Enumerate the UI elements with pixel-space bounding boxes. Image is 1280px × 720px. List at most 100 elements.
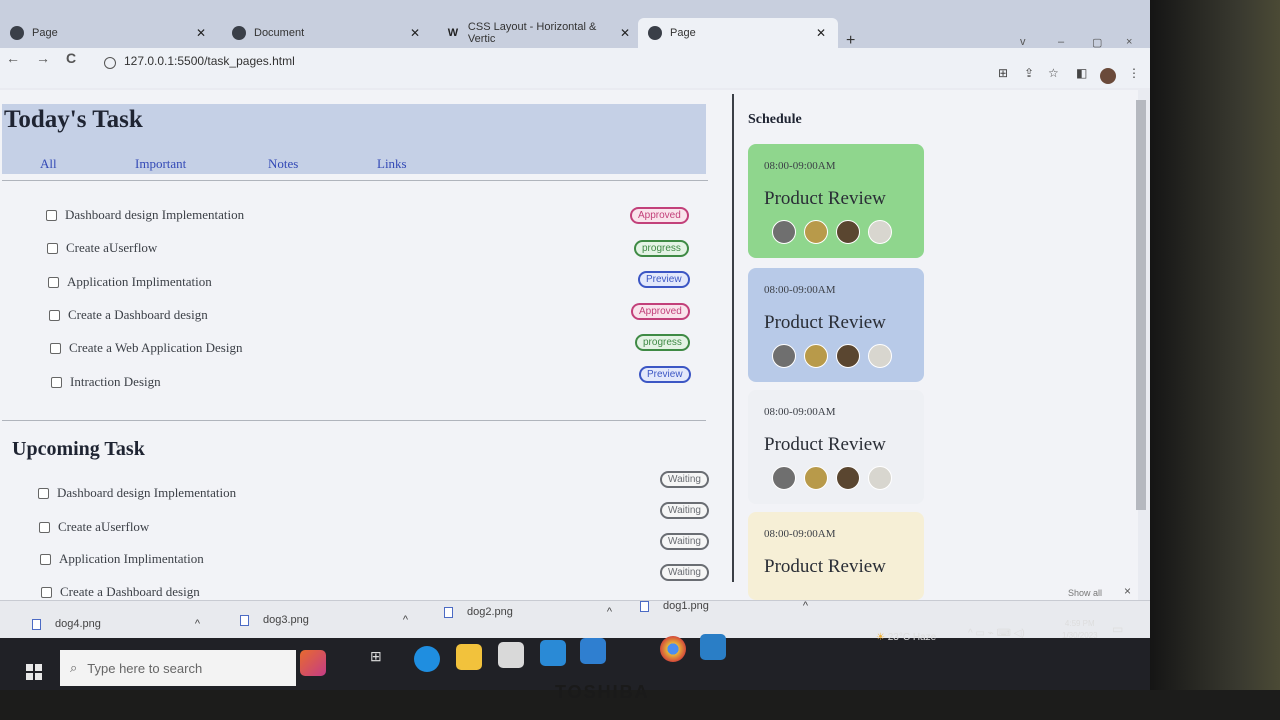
close-downloads-button[interactable]: × (1124, 584, 1131, 598)
show-all-downloads-button[interactable]: Show all (1068, 588, 1102, 598)
schedule-card[interactable]: 08:00-09:00AM Product Review (748, 144, 924, 258)
search-placeholder: Type here to search (87, 660, 203, 676)
close-window-button[interactable]: × (1126, 36, 1132, 48)
app-icon[interactable] (580, 638, 606, 664)
task-item[interactable]: Create aUserflow (47, 240, 157, 256)
upcoming-task-item[interactable]: Create a Dashboard design (41, 584, 200, 600)
filter-notes[interactable]: Notes (268, 156, 298, 172)
schedule-time: 08:00-09:00AM (764, 406, 836, 418)
filter-all[interactable]: All (40, 156, 57, 172)
filter-important[interactable]: Important (135, 156, 186, 172)
edge-browser-icon[interactable] (414, 646, 440, 672)
tab-page-active[interactable]: Page ✕ (638, 18, 838, 48)
bookmark-star-icon[interactable]: ☆ (1048, 66, 1059, 80)
task-checkbox[interactable] (48, 276, 59, 288)
task-label: Dashboard design Implementation (65, 207, 245, 222)
task-checkbox[interactable] (47, 242, 58, 254)
avatar (804, 466, 828, 490)
task-label: Create a Dashboard design (68, 307, 208, 322)
tab-page-1[interactable]: Page ✕ (0, 18, 218, 48)
forward-button[interactable]: → (36, 50, 50, 66)
chevron-up-icon[interactable]: ^ (195, 618, 200, 630)
chevron-up-icon[interactable]: ^ (803, 600, 808, 612)
schedule-card[interactable]: 08:00-09:00AM Product Review (748, 390, 924, 504)
download-item[interactable]: dog2.png ^ (444, 606, 612, 618)
side-panel-icon[interactable]: ◧ (1076, 66, 1087, 80)
task-item[interactable]: Dashboard design Implementation (46, 207, 244, 223)
avatar (868, 344, 892, 368)
task-item[interactable]: Intraction Design (51, 374, 161, 390)
task-item[interactable]: Create a Dashboard design (49, 307, 208, 323)
schedule-card[interactable]: 08:00-09:00AM Product Review (748, 512, 924, 600)
task-checkbox[interactable] (38, 487, 49, 499)
upcoming-task-item[interactable]: Create aUserflow (39, 519, 149, 535)
system-tray-icons[interactable]: ^ ▭ ⌁ ⌨ ◁) (968, 628, 1025, 639)
windows-start-icon[interactable] (26, 664, 42, 680)
task-checkbox[interactable] (51, 376, 62, 388)
task-label: Create aUserflow (58, 519, 150, 534)
status-badge: progress (634, 240, 689, 257)
vscode-icon[interactable] (700, 634, 726, 660)
close-icon[interactable]: ✕ (410, 26, 420, 40)
download-filename: dog3.png (263, 614, 309, 626)
taskbar-search-field[interactable]: ⌕ Type here to search (60, 650, 296, 686)
upcoming-task-item[interactable]: Dashboard design Implementation (38, 485, 236, 501)
menu-icon[interactable]: ⋮ (1128, 66, 1140, 80)
chrome-icon[interactable] (660, 636, 686, 662)
task-checkbox[interactable] (46, 209, 57, 221)
globe-icon (232, 26, 246, 40)
schedule-card[interactable]: 08:00-09:00AM Product Review (748, 268, 924, 382)
tab-search-icon[interactable]: v (1020, 36, 1026, 48)
back-button[interactable]: ← (6, 50, 20, 66)
file-explorer-icon[interactable] (456, 644, 482, 670)
tab-label: Page (670, 27, 696, 39)
translate-icon[interactable]: ⊞ (998, 66, 1008, 80)
task-checkbox[interactable] (49, 309, 60, 321)
page-scrollbar[interactable] (1136, 100, 1146, 510)
url-field[interactable]: 127.0.0.1:5500/task_pages.html (124, 54, 295, 68)
avatar (836, 220, 860, 244)
status-badge: Waiting (660, 533, 709, 550)
upcoming-task-item[interactable]: Application Implimentation (40, 551, 204, 567)
task-item[interactable]: Application Implimentation (48, 274, 212, 290)
clock[interactable]: 4:59 PM 1/30/2023 (1062, 618, 1098, 642)
download-item[interactable]: dog3.png ^ (240, 614, 408, 626)
mail-icon[interactable] (540, 640, 566, 666)
task-label: Create a Web Application Design (69, 340, 243, 355)
close-icon[interactable]: ✕ (196, 26, 206, 40)
file-icon (240, 614, 249, 626)
task-checkbox[interactable] (41, 586, 52, 598)
tab-css-layout[interactable]: W CSS Layout - Horizontal & Vertic ✕ (436, 18, 636, 48)
close-icon[interactable]: ✕ (620, 26, 630, 40)
notification-icon[interactable]: ▭ (1112, 622, 1123, 636)
share-icon[interactable]: ⇪ (1024, 66, 1034, 80)
tab-document[interactable]: Document ✕ (222, 18, 432, 48)
minimize-button[interactable]: – (1058, 36, 1064, 48)
download-item[interactable]: dog1.png ^ (640, 600, 808, 612)
status-badge: Waiting (660, 502, 709, 519)
avatar (836, 466, 860, 490)
status-badge: Approved (631, 303, 690, 320)
filter-links[interactable]: Links (377, 156, 407, 172)
download-item[interactable]: dog4.png ^ (32, 618, 200, 630)
file-icon (32, 618, 41, 630)
site-info-icon[interactable] (104, 57, 116, 69)
task-checkbox[interactable] (39, 521, 50, 533)
widget-icon[interactable] (300, 650, 326, 676)
column-divider (732, 94, 734, 582)
weather-text: 23°C Haze (887, 632, 937, 643)
reload-button[interactable]: C (66, 50, 76, 66)
task-checkbox[interactable] (40, 553, 51, 565)
task-item[interactable]: Create a Web Application Design (50, 340, 242, 356)
task-view-icon[interactable]: ⊞ (370, 648, 396, 674)
store-icon[interactable] (498, 642, 524, 668)
chevron-up-icon[interactable]: ^ (403, 614, 408, 626)
weather-icon: ☀ (876, 632, 885, 643)
close-icon[interactable]: ✕ (816, 26, 826, 40)
profile-avatar[interactable] (1100, 68, 1116, 84)
weather-widget[interactable]: ☀ 23°C Haze (876, 632, 936, 643)
chevron-up-icon[interactable]: ^ (607, 606, 612, 618)
task-checkbox[interactable] (50, 342, 61, 354)
download-filename: dog4.png (55, 618, 101, 630)
avatar (804, 344, 828, 368)
